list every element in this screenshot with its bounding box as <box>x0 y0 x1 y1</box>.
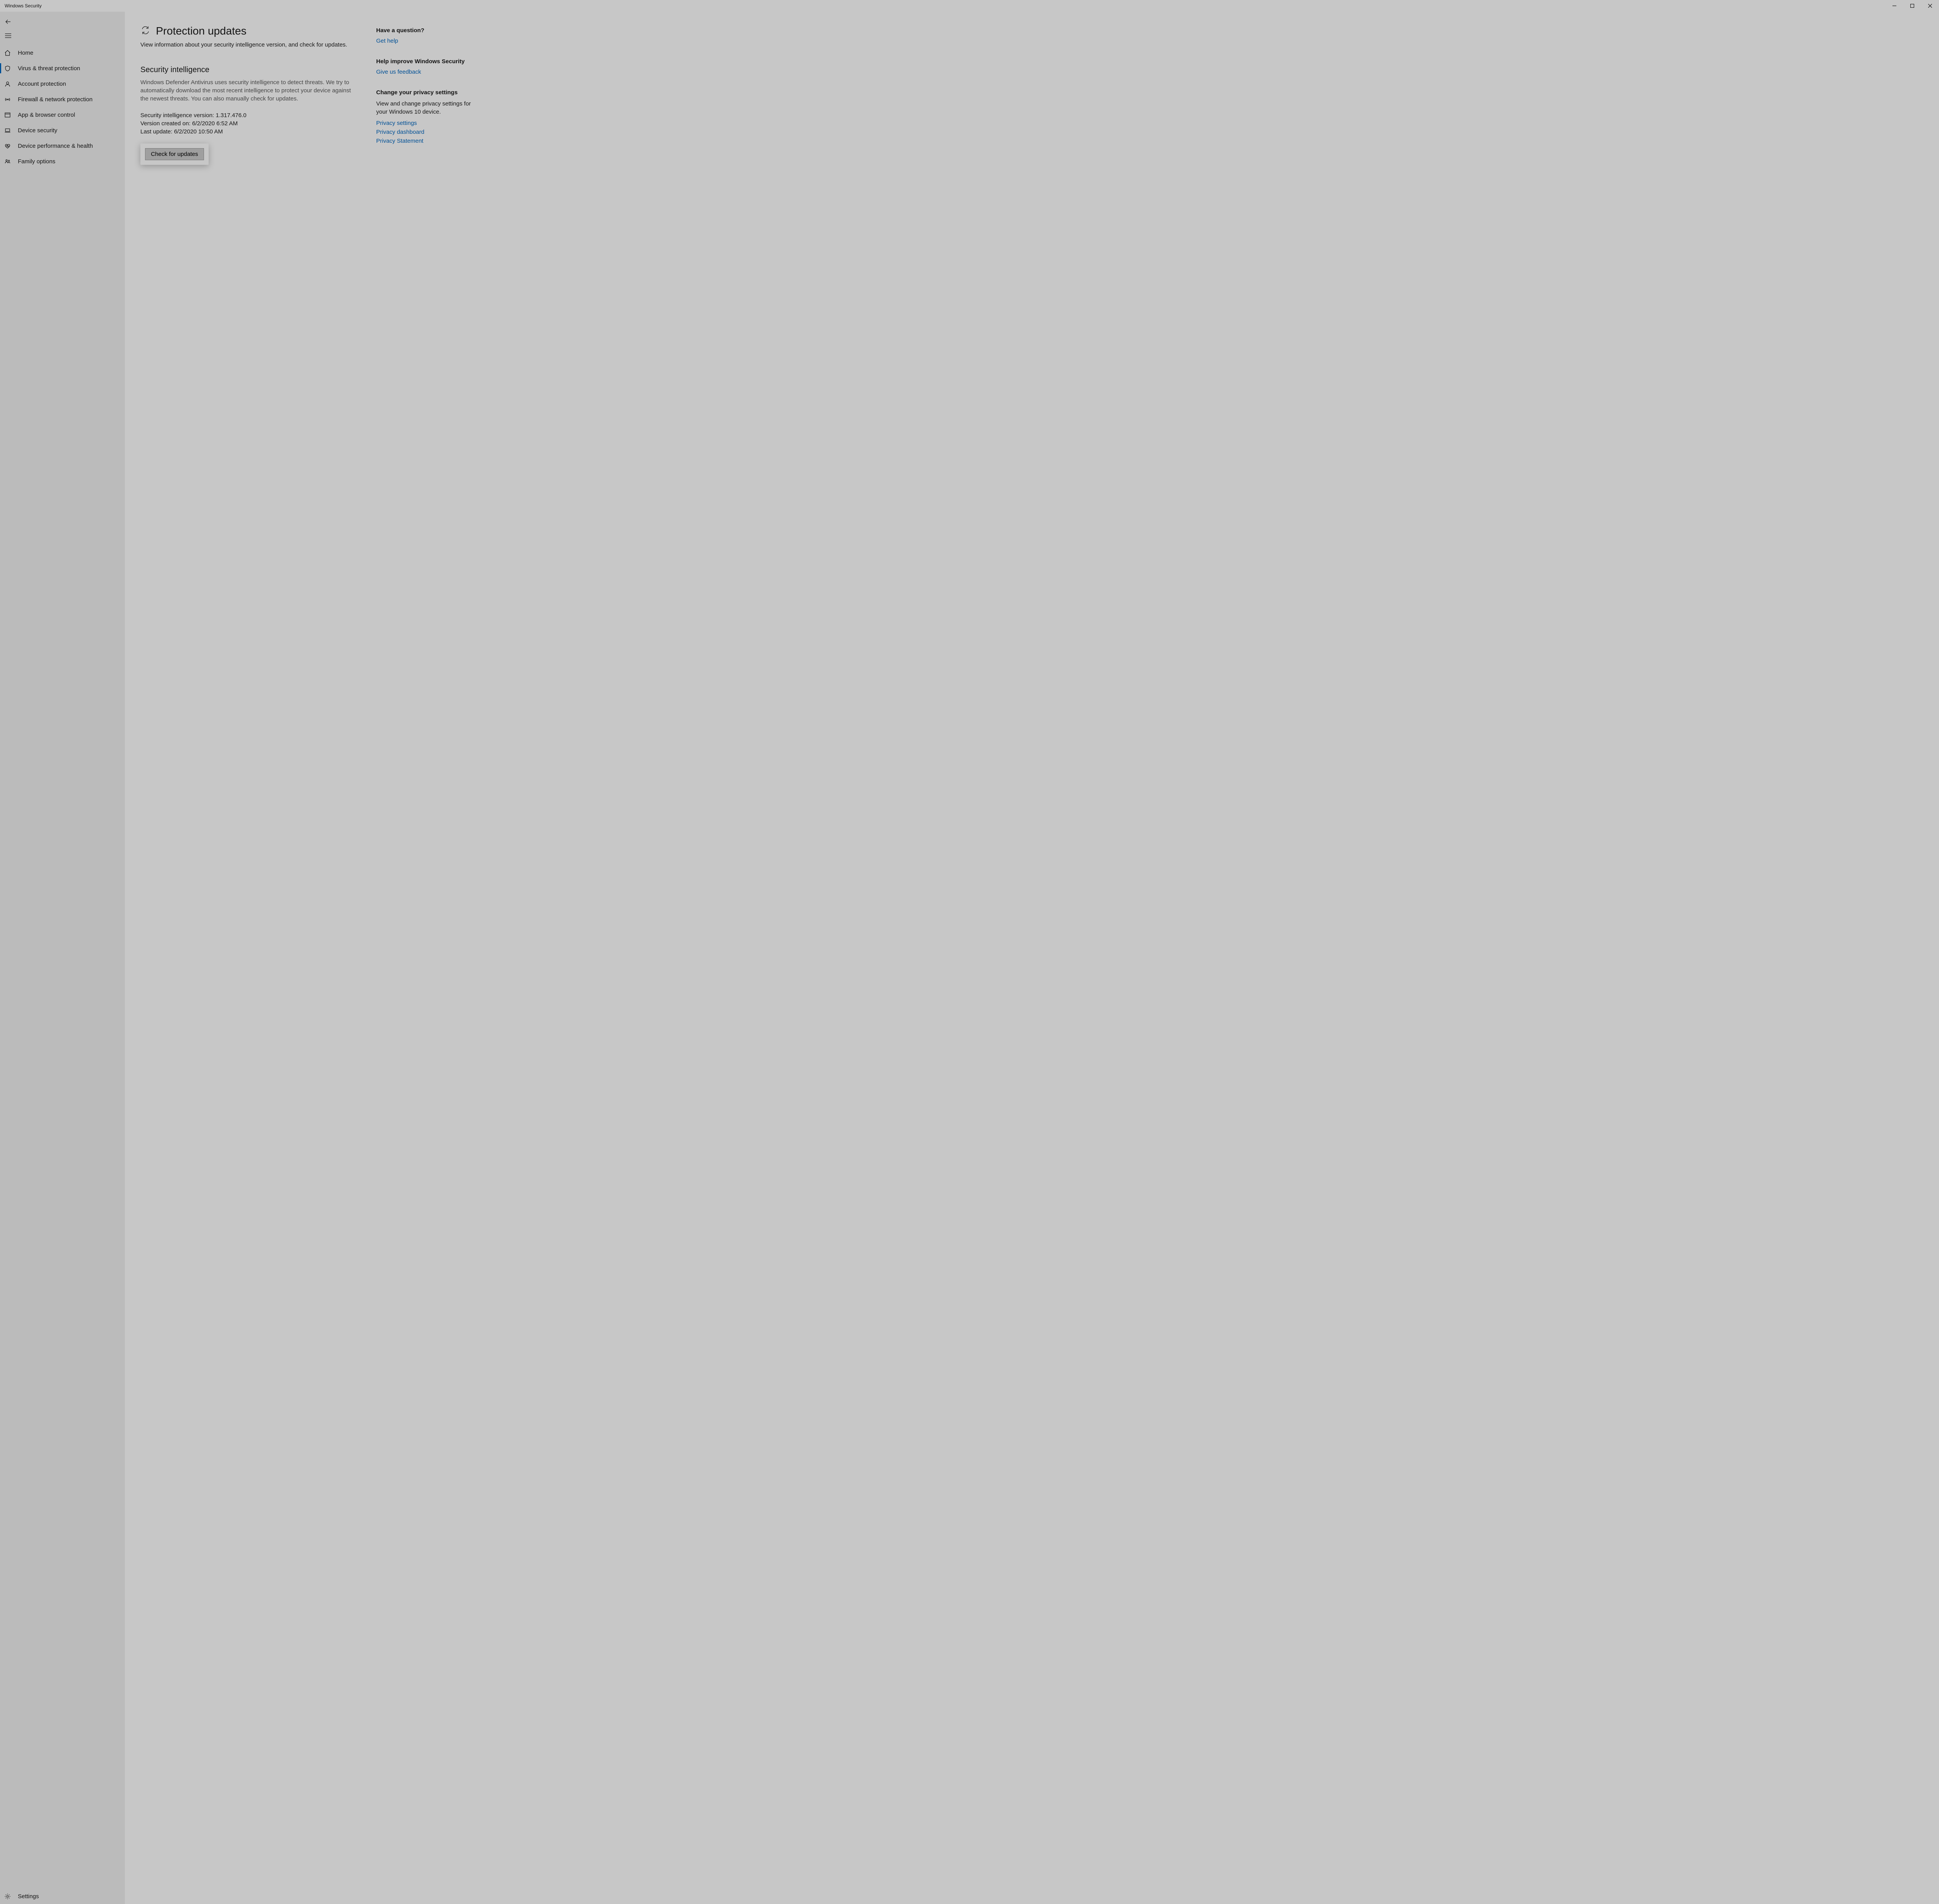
sidebar-item-label: Family options <box>18 158 55 165</box>
close-button[interactable] <box>1921 0 1939 12</box>
minimize-icon <box>1892 4 1896 8</box>
close-icon <box>1928 4 1932 8</box>
sidebar-item-label: Settings <box>18 1893 39 1900</box>
home-icon <box>4 50 11 56</box>
page-title: Protection updates <box>156 25 247 37</box>
get-help-link[interactable]: Get help <box>376 38 477 44</box>
refresh-icon <box>140 25 150 37</box>
sidebar-item-label: Home <box>18 50 33 56</box>
sidebar: Home Virus & threat protection Account p… <box>0 12 125 1904</box>
sidebar-item-app-browser[interactable]: App & browser control <box>0 107 125 123</box>
maximize-icon <box>1910 4 1914 8</box>
aside-privacy-text: View and change privacy settings for you… <box>376 100 477 116</box>
aside-question-heading: Have a question? <box>376 27 477 34</box>
feedback-link[interactable]: Give us feedback <box>376 69 477 75</box>
aside: Have a question? Get help Help improve W… <box>376 27 477 1896</box>
privacy-dashboard-link[interactable]: Privacy dashboard <box>376 129 477 135</box>
sidebar-item-label: Device performance & health <box>18 143 93 149</box>
gear-icon <box>4 1893 11 1900</box>
minimize-button[interactable] <box>1885 0 1903 12</box>
sidebar-item-family[interactable]: Family options <box>0 154 125 169</box>
main-content: Protection updates View information abou… <box>125 12 1939 1904</box>
updated-line: Last update: 6/2/2020 10:50 AM <box>140 128 358 136</box>
sidebar-item-settings[interactable]: Settings <box>0 1888 125 1904</box>
maximize-button[interactable] <box>1903 0 1921 12</box>
back-button[interactable] <box>0 15 125 29</box>
antenna-icon <box>4 96 11 103</box>
title-bar: Windows Security <box>0 0 1939 12</box>
sidebar-item-firewall[interactable]: Firewall & network protection <box>0 92 125 107</box>
nav-list: Home Virus & threat protection Account p… <box>0 45 125 1888</box>
hamburger-button[interactable] <box>0 29 125 43</box>
sidebar-item-label: Virus & threat protection <box>18 65 80 72</box>
sidebar-item-label: Device security <box>18 127 57 134</box>
sidebar-item-performance[interactable]: Device performance & health <box>0 138 125 154</box>
privacy-settings-link[interactable]: Privacy settings <box>376 120 477 126</box>
back-arrow-icon <box>5 18 12 25</box>
privacy-statement-link[interactable]: Privacy Statement <box>376 138 477 144</box>
window-controls <box>1885 0 1939 12</box>
window-icon <box>4 112 11 118</box>
sidebar-item-label: Account protection <box>18 81 66 87</box>
aside-improve-heading: Help improve Windows Security <box>376 58 477 65</box>
sidebar-item-virus-threat[interactable]: Virus & threat protection <box>0 61 125 76</box>
sidebar-item-account[interactable]: Account protection <box>0 76 125 92</box>
shield-icon <box>4 65 11 72</box>
laptop-icon <box>4 127 11 134</box>
person-icon <box>4 81 11 87</box>
check-updates-highlight: Check for updates <box>140 144 209 165</box>
sidebar-item-label: Firewall & network protection <box>18 96 93 103</box>
hamburger-icon <box>5 32 12 39</box>
sidebar-item-device-security[interactable]: Device security <box>0 123 125 138</box>
page-description: View information about your security int… <box>140 41 358 49</box>
sidebar-item-home[interactable]: Home <box>0 45 125 61</box>
version-line: Security intelligence version: 1.317.476… <box>140 111 358 119</box>
window-title: Windows Security <box>5 3 41 9</box>
sidebar-item-label: App & browser control <box>18 112 75 118</box>
family-icon <box>4 158 11 165</box>
check-updates-button[interactable]: Check for updates <box>145 148 204 160</box>
created-line: Version created on: 6/2/2020 6:52 AM <box>140 119 358 128</box>
security-intelligence-description: Windows Defender Antivirus uses security… <box>140 78 358 103</box>
security-intelligence-heading: Security intelligence <box>140 66 358 74</box>
aside-privacy-heading: Change your privacy settings <box>376 89 477 96</box>
heart-icon <box>4 143 11 149</box>
